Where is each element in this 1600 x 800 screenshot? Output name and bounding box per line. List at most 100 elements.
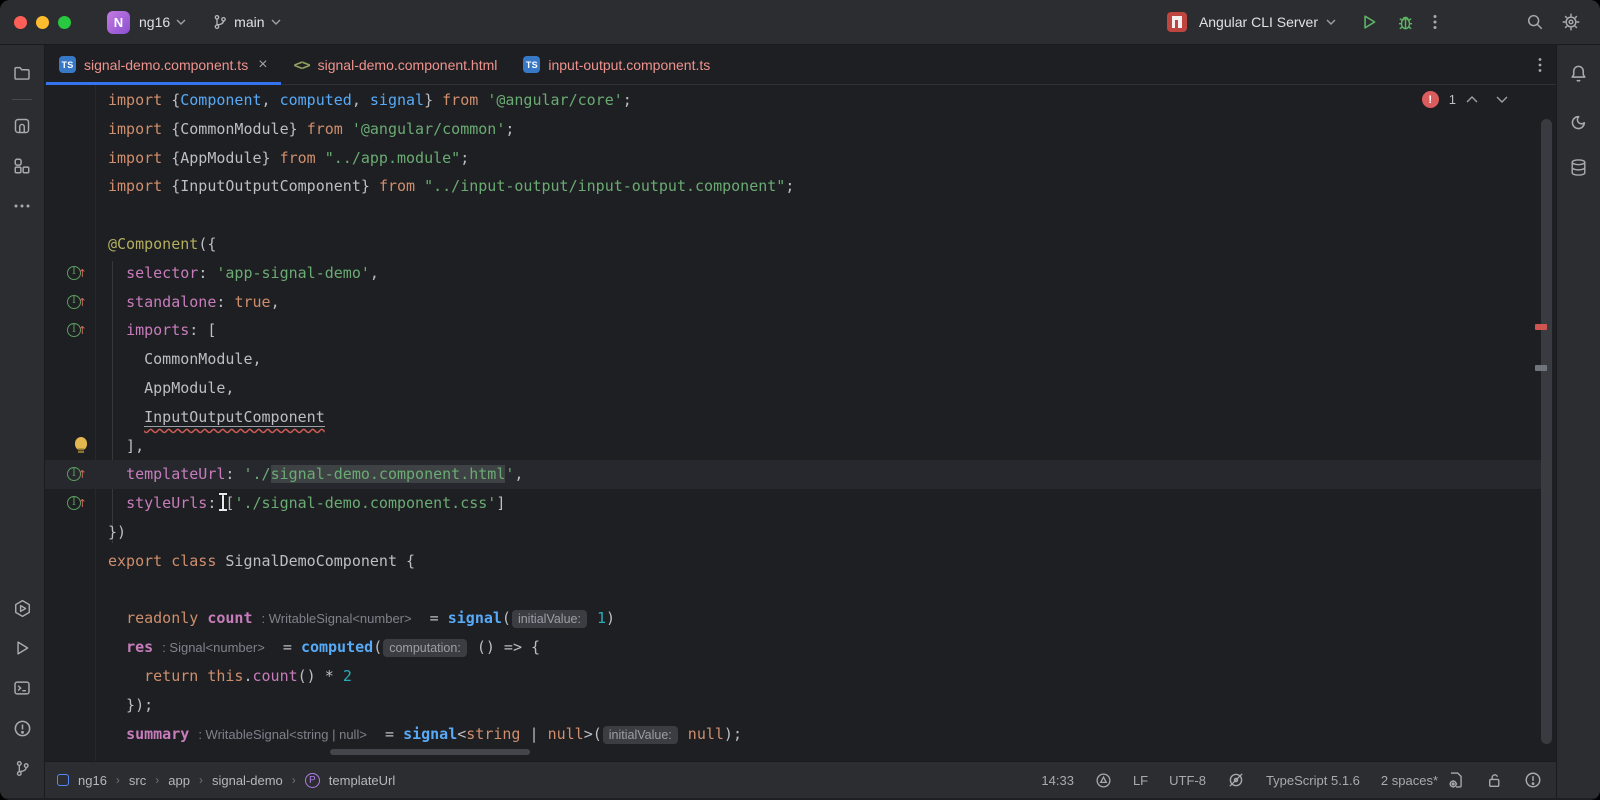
code-line[interactable]: import {Component, computed, signal} fro…	[45, 86, 1542, 115]
code-line[interactable]: export class SignalDemoComponent {	[45, 547, 1542, 576]
run-configuration-widget[interactable]: Angular CLI Server	[1166, 12, 1336, 32]
angular-input-gutter-icon[interactable]: I ↑	[67, 265, 87, 281]
code-line[interactable]: })	[45, 518, 1542, 547]
project-tool-button[interactable]	[7, 58, 37, 88]
settings-button[interactable]	[1556, 7, 1586, 37]
horizontal-scrollbar[interactable]	[330, 749, 530, 755]
error-count: 1	[1448, 92, 1456, 107]
line-separator-widget[interactable]: LF	[1133, 773, 1148, 788]
code-line[interactable]: CommonModule,	[45, 345, 1542, 374]
project-name: ng16	[139, 14, 171, 30]
angular-input-gutter-icon[interactable]: I ↑	[67, 466, 87, 482]
run-tool-icon	[17, 641, 29, 655]
terminal-icon	[14, 681, 30, 695]
problems-icon	[14, 720, 30, 736]
run-configuration-name: Angular CLI Server	[1198, 14, 1318, 30]
zoom-window-button[interactable]	[58, 15, 71, 29]
code-analysis-widget[interactable]	[1095, 772, 1112, 789]
close-window-button[interactable]	[14, 15, 27, 29]
lock-widget[interactable]	[1486, 772, 1503, 789]
commit-tool-button[interactable]	[7, 111, 37, 141]
tab-signal-demo-component-ts[interactable]: TS signal-demo.component.ts ×	[46, 45, 281, 85]
code-line[interactable]: @Component({	[45, 230, 1542, 259]
intention-bulb-icon[interactable]	[75, 436, 87, 453]
vcs-branch-widget[interactable]: main	[212, 14, 281, 30]
inspection-widget[interactable]: ! 1	[1421, 91, 1508, 108]
code-line[interactable]: I ↑ imports: [	[45, 316, 1542, 345]
code-line[interactable]	[45, 576, 1542, 605]
code-line[interactable]: res : Signal<number> = computed(computat…	[45, 633, 1542, 662]
git-branch-icon	[214, 14, 227, 30]
services-tool-button[interactable]	[7, 593, 37, 623]
mouse-ibeam-cursor	[217, 491, 229, 513]
tab-options-button[interactable]	[1538, 57, 1542, 73]
code-line[interactable]: AppModule,	[45, 374, 1542, 403]
indent-widget[interactable]: 2 spaces*	[1381, 773, 1438, 788]
version-control-tool-button[interactable]	[7, 753, 37, 783]
code-line[interactable]: I ↑ templateUrl: './signal-demo.component…	[45, 460, 1542, 490]
code-line[interactable]	[45, 201, 1542, 230]
breadcrumb-item[interactable]: src	[129, 773, 146, 788]
previous-error-button[interactable]	[1466, 96, 1478, 103]
gear-icon	[1562, 13, 1580, 31]
code-line[interactable]: I ↑ selector: 'app-signal-demo',	[45, 259, 1542, 288]
tab-label: signal-demo.component.ts	[84, 56, 249, 73]
breadcrumb-item[interactable]: signal-demo	[212, 773, 283, 788]
status-info-widget[interactable]	[1524, 771, 1542, 789]
run-button[interactable]	[1354, 7, 1384, 37]
code-line[interactable]: summary : WritableSignal<string | null> …	[45, 720, 1542, 749]
angular-input-gutter-icon[interactable]: I ↑	[67, 495, 87, 511]
notifications-button[interactable]	[1564, 58, 1594, 88]
debug-button[interactable]	[1390, 7, 1420, 37]
close-tab-icon[interactable]: ×	[258, 56, 267, 74]
structure-tool-button[interactable]	[7, 151, 37, 181]
file-gear-icon	[1449, 772, 1462, 788]
folder-icon	[14, 66, 30, 80]
code-line[interactable]: });	[45, 691, 1542, 720]
vertical-scrollbar[interactable]	[1541, 119, 1552, 744]
angular-input-gutter-icon[interactable]: I ↑	[67, 294, 87, 310]
project-widget[interactable]: ng16	[139, 14, 186, 30]
warning-stripe-mark[interactable]	[1535, 365, 1547, 371]
angular-input-gutter-icon[interactable]: I ↑	[67, 322, 87, 338]
code-line[interactable]: import {CommonModule} from '@angular/com…	[45, 115, 1542, 144]
search-everywhere-button[interactable]	[1520, 7, 1550, 37]
tab-input-output-component-ts[interactable]: TS input-output.component.ts	[510, 45, 723, 84]
kebab-menu-icon	[1433, 15, 1437, 29]
more-actions-button[interactable]	[1420, 7, 1450, 37]
code-line[interactable]: import {AppModule} from "../app.module";	[45, 144, 1542, 173]
caret-position-widget[interactable]: 14:33	[1041, 773, 1074, 788]
breadcrumb-item[interactable]: templateUrl	[329, 773, 395, 788]
next-error-button[interactable]	[1496, 96, 1508, 103]
chevron-down-icon	[271, 19, 281, 25]
tab-signal-demo-component-html[interactable]: <> signal-demo.component.html	[281, 45, 511, 84]
code-line[interactable]: I ↑ standalone: true,	[45, 288, 1542, 317]
database-button[interactable]	[1564, 152, 1594, 182]
more-tool-windows-button[interactable]	[7, 191, 37, 221]
terminal-tool-button[interactable]	[7, 673, 37, 703]
run-tool-button[interactable]	[7, 633, 37, 663]
minimize-window-button[interactable]	[36, 15, 49, 29]
code-line[interactable]: readonly count : WritableSignal<number> …	[45, 604, 1542, 633]
ai-assistant-button[interactable]	[1564, 107, 1594, 137]
breadcrumb-separator-icon: ›	[155, 773, 160, 787]
problems-tool-button[interactable]	[7, 713, 37, 743]
encoding-widget[interactable]: UTF-8	[1169, 773, 1206, 788]
inspections-toggle-widget[interactable]	[1227, 771, 1245, 789]
error-info-circle-icon	[1525, 772, 1541, 788]
breadcrumb-separator-icon: ›	[115, 773, 120, 787]
code-line[interactable]: return this.count() * 2	[45, 662, 1542, 691]
breadcrumb-item[interactable]: app	[168, 773, 190, 788]
services-icon	[14, 599, 30, 617]
file-settings-widget[interactable]	[1447, 771, 1465, 789]
html-file-icon: <>	[293, 55, 311, 74]
code-line[interactable]: InputOutputComponent	[45, 403, 1542, 432]
code-line[interactable]: import {InputOutputComponent} from "../i…	[45, 172, 1542, 201]
code-line[interactable]: ],	[45, 432, 1542, 461]
project-badge: N	[107, 10, 130, 34]
breadcrumb-item[interactable]: ng16	[78, 773, 107, 788]
code-editor[interactable]: import {Component, computed, signal} fro…	[45, 85, 1556, 761]
code-line[interactable]: I ↑ styleUrls: ['./signal-demo.component.…	[45, 489, 1542, 518]
error-stripe-mark[interactable]	[1535, 324, 1547, 330]
typescript-version-widget[interactable]: TypeScript 5.1.6	[1266, 773, 1360, 788]
